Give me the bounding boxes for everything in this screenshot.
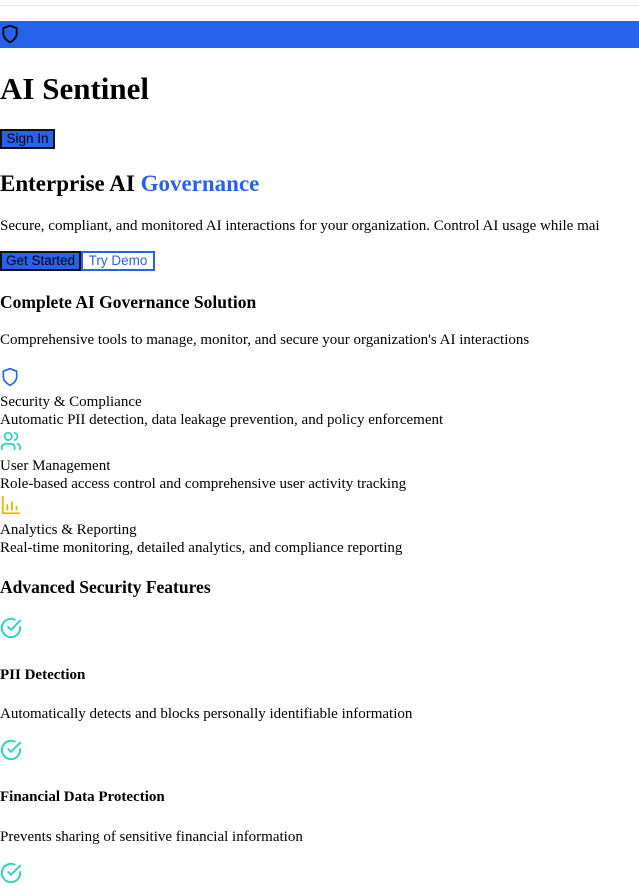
shield-icon: [2, 367, 18, 387]
users-icon: [0, 431, 22, 451]
check-circle-icon: [0, 739, 22, 761]
hero-description: Secure, compliant, and monitored AI inte…: [0, 218, 600, 234]
get-started-button[interactable]: Get Started: [0, 251, 81, 271]
advanced-item-description: Prevents sharing of sensitive financial …: [0, 829, 303, 845]
feature-description: Role-based access control and comprehens…: [0, 476, 407, 492]
feature-description: Real-time monitoring, detailed analytics…: [0, 540, 403, 556]
hero-title: Enterprise AI Governance: [0, 170, 259, 198]
hero-title-accent: Governance: [140, 171, 260, 196]
feature-description: Automatic PII detection, data leakage pr…: [0, 412, 444, 428]
bar-chart-icon: [1, 495, 21, 515]
hero-title-prefix: Enterprise AI: [0, 171, 135, 196]
brand-title: AI Sentinel: [0, 71, 149, 106]
solution-description: Comprehensive tools to manage, monitor, …: [0, 332, 530, 348]
sign-in-button[interactable]: Sign In: [0, 129, 55, 149]
advanced-item-description: Automatically detects and blocks persona…: [0, 706, 413, 722]
feature-title: User Management: [0, 458, 111, 474]
advanced-item-title: PII Detection: [0, 667, 86, 683]
nav-bar: [0, 21, 639, 48]
shield-icon: [2, 24, 18, 44]
feature-title: Security & Compliance: [0, 394, 142, 410]
advanced-title: Advanced Security Features: [0, 577, 211, 597]
feature-title: Analytics & Reporting: [0, 522, 137, 538]
top-divider: [0, 5, 639, 6]
check-circle-icon: [0, 862, 22, 884]
solution-title: Complete AI Governance Solution: [0, 292, 257, 312]
check-circle-icon: [0, 617, 22, 639]
try-demo-button[interactable]: Try Demo: [81, 251, 155, 271]
advanced-item-title: Financial Data Protection: [0, 789, 165, 805]
